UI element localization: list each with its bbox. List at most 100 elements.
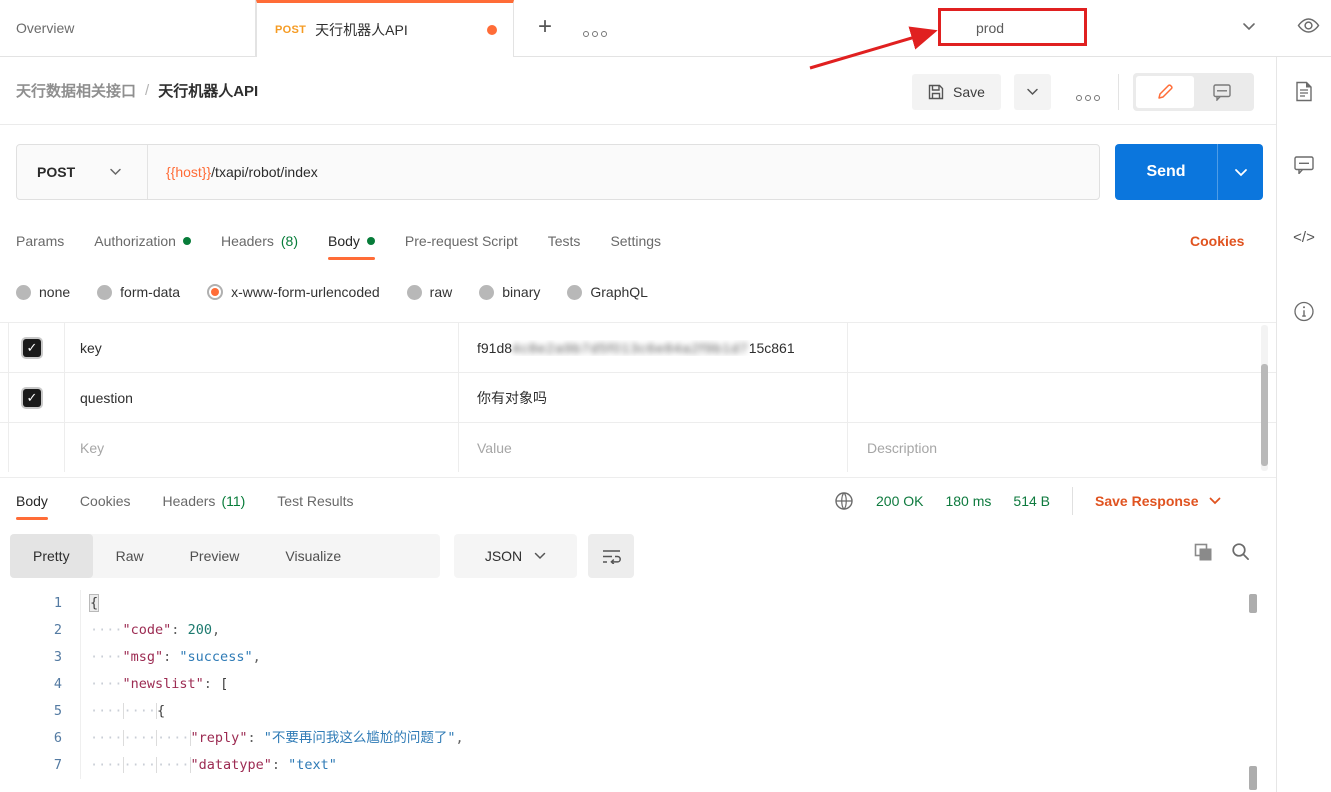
breadcrumb-collection[interactable]: 天行数据相关接口 [16,80,136,101]
view-preview[interactable]: Preview [167,534,263,578]
method-selector[interactable]: POST [17,164,147,180]
mode-binary[interactable]: binary [479,284,540,300]
param-value-cell[interactable]: 你有对象吗 [458,388,847,408]
send-button[interactable]: Send [1115,144,1263,200]
chevron-down-icon [1242,22,1256,31]
view-visualize[interactable]: Visualize [262,534,364,578]
tab-params[interactable]: Params [16,222,64,260]
chevron-down-icon [1026,88,1039,96]
row-checkbox[interactable]: ✓ [23,389,41,407]
tab-body[interactable]: Body [328,222,375,260]
chevron-down-icon [1234,168,1248,177]
json-brace: { [156,703,165,719]
json-bracket: [ [220,676,228,692]
mode-label: binary [502,284,540,300]
line-number: 2 [0,617,62,644]
view-pretty[interactable]: Pretty [10,534,93,578]
edit-mode-button[interactable] [1136,76,1194,108]
code-line: 2 ····"code": 200, [0,617,1245,644]
response-tab-test-results[interactable]: Test Results [277,481,353,521]
code-snippet-button[interactable]: </> [1293,229,1315,246]
tab-options-button[interactable] [583,24,607,42]
configured-dot [183,237,191,245]
info-icon [1294,301,1315,322]
tab-overview[interactable]: Overview [0,0,256,56]
panel-scrollbar-thumb[interactable] [1249,766,1257,790]
wrap-lines-button[interactable] [588,534,634,578]
save-dropdown-button[interactable] [1014,74,1051,110]
param-description-cell[interactable]: Description [847,440,1276,456]
network-info-button[interactable] [834,491,854,511]
tab-headers[interactable]: Headers(8) [221,222,298,260]
request-url-bar: POST {{host}}/txapi/robot/index [16,144,1100,200]
param-key-cell[interactable]: key [64,340,458,356]
mode-graphql[interactable]: GraphQL [567,284,648,300]
json-string: "text" [288,757,337,773]
new-tab-button[interactable]: + [530,13,560,43]
comments-button[interactable] [1194,76,1252,108]
tab-settings[interactable]: Settings [610,222,661,260]
chevron-down-icon [1209,497,1221,505]
tab-label: Params [16,233,64,249]
param-value: 你有对象吗 [477,390,547,406]
cookies-link-label: Cookies [1190,233,1244,249]
response-tab-headers[interactable]: Headers(11) [163,481,246,521]
tab-label: Headers [221,233,274,249]
environment-quick-look-button[interactable] [1297,17,1320,34]
code-scrollbar-thumb[interactable] [1249,594,1257,613]
tab-authorization[interactable]: Authorization [94,222,191,260]
indent: ···· [123,703,157,719]
json-key: "reply" [190,730,248,746]
response-tab-body[interactable]: Body [16,481,48,521]
tab-label: Cookies [80,493,131,509]
mode-raw[interactable]: raw [407,284,453,300]
copy-response-button[interactable] [1194,543,1213,562]
row-checkbox[interactable]: ✓ [23,339,41,357]
mode-label: x-www-form-urlencoded [231,284,380,300]
mode-none[interactable]: none [16,284,70,300]
code-icon: </> [1293,229,1315,246]
code-line: 3 ····"msg": "success", [0,644,1245,671]
response-language-selector[interactable]: JSON [454,534,577,578]
line-number: 3 [0,644,62,671]
tab-pre-request-script[interactable]: Pre-request Script [405,222,518,260]
tab-tests[interactable]: Tests [548,222,581,260]
cookies-link[interactable]: Cookies [1190,222,1244,260]
response-time: 180 ms [945,493,991,509]
request-more-actions-button[interactable] [1076,88,1100,106]
mode-x-www-form-urlencoded[interactable]: x-www-form-urlencoded [207,284,380,300]
comment-icon [1213,84,1231,101]
documentation-button[interactable] [1296,81,1313,102]
request-info-button[interactable] [1294,301,1315,322]
param-value-suffix: 15c861 [749,340,795,356]
param-value-cell[interactable]: f91d84c8e2a9b7d5f013c6e84a2f9b1d715c861 [458,340,847,356]
url-input[interactable]: {{host}}/txapi/robot/index [148,164,318,180]
radio-icon [97,285,112,300]
tab-label: Body [16,493,48,509]
param-key-cell[interactable]: question [64,390,458,406]
mode-form-data[interactable]: form-data [97,284,180,300]
edit-comment-toggle [1133,73,1254,111]
param-value-cell[interactable]: Value [458,440,847,456]
environment-dropdown-button[interactable] [1242,22,1256,31]
param-key-cell[interactable]: Key [64,440,458,456]
tab-active-request[interactable]: POST 天行机器人API [256,0,514,57]
url-path: /txapi/robot/index [211,164,318,180]
breadcrumb-request-name: 天行机器人API [158,80,258,101]
indent: ···· [90,730,123,746]
mode-label: GraphQL [590,284,648,300]
save-response-button[interactable]: Save Response [1095,493,1221,509]
mode-label: raw [430,284,453,300]
save-button[interactable]: Save [912,74,1001,110]
value-placeholder: Value [477,440,512,456]
response-tab-cookies[interactable]: Cookies [80,481,131,521]
annotation-arrow [798,24,946,74]
view-raw[interactable]: Raw [93,534,167,578]
response-body-editor[interactable]: 1 { 2 ····"code": 200, 3 ····"msg": "suc… [0,590,1245,792]
search-response-button[interactable] [1231,542,1250,561]
table-scrollbar-thumb[interactable] [1261,364,1268,466]
key-placeholder: Key [80,440,104,456]
comments-panel-button[interactable] [1294,156,1314,174]
json-string: "不要再问我这么尴尬的问题了" [264,730,456,746]
send-dropdown-button[interactable] [1217,144,1263,200]
